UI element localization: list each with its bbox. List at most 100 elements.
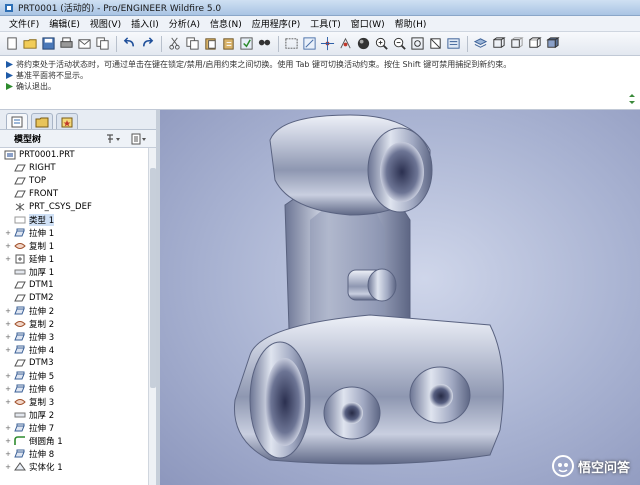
tree-node[interactable]: + 复制 1 — [0, 239, 148, 252]
message-text: 将约束处于活动状态时，可通过单击在键在锁定/禁用/启用约束之间切换。使用 Tab… — [16, 60, 512, 69]
zoom-out-button[interactable] — [391, 36, 407, 52]
tree-node[interactable]: + 实体化 1 — [0, 460, 148, 473]
menu-bar: 文件(F) 编辑(E) 视图(V) 插入(I) 分析(A) 信息(N) 应用程序(P) 工具(… — [0, 16, 640, 32]
tree-node[interactable]: + 延伸 1 — [0, 252, 148, 265]
tree-node[interactable]: + 复制 2 — [0, 317, 148, 330]
tree-node[interactable]: 加厚 1 — [0, 265, 148, 278]
expand-icon[interactable]: + — [4, 385, 12, 393]
expand-icon[interactable]: + — [4, 346, 12, 354]
save-button[interactable] — [40, 36, 56, 52]
copy-button[interactable] — [184, 36, 200, 52]
menu-item[interactable]: 帮助(H) — [390, 17, 432, 30]
tree-node[interactable]: PRT_CSYS_DEF — [0, 200, 148, 213]
tree-node[interactable]: + 拉伸 2 — [0, 304, 148, 317]
tree-node[interactable]: FRONT — [0, 187, 148, 200]
menu-item[interactable]: 信息(N) — [205, 17, 247, 30]
repaint-button[interactable] — [301, 36, 317, 52]
expand-icon[interactable]: + — [4, 450, 12, 458]
tree-node[interactable]: + 复制 3 — [0, 395, 148, 408]
csys-icon — [15, 202, 25, 211]
menu-item[interactable]: 视图(V) — [85, 17, 126, 30]
tree-settings-button[interactable] — [104, 132, 126, 146]
expand-icon[interactable]: + — [4, 242, 12, 250]
cut-icon — [168, 37, 180, 50]
print-button[interactable] — [58, 36, 74, 52]
tree-node[interactable]: TOP — [0, 174, 148, 187]
email-button[interactable] — [76, 36, 92, 52]
favorites-tab[interactable] — [56, 113, 78, 129]
tree-node[interactable]: 类型 1 — [0, 213, 148, 226]
tree-node[interactable]: + 拉伸 4 — [0, 343, 148, 356]
copy-icon — [95, 37, 109, 50]
expand-icon[interactable]: + — [4, 398, 12, 406]
tree-node[interactable]: RIGHT — [0, 161, 148, 174]
expand-icon — [4, 177, 12, 185]
select-box-button[interactable] — [283, 36, 299, 52]
model-tree-tab-icon — [11, 116, 23, 127]
paste-special-button[interactable] — [220, 36, 236, 52]
tree-node[interactable]: DTM3 — [0, 356, 148, 369]
expand-icon[interactable]: + — [4, 255, 12, 263]
find-button[interactable] — [256, 36, 272, 52]
tree-node[interactable]: + 拉伸 1 — [0, 226, 148, 239]
menu-item[interactable]: 编辑(E) — [44, 17, 85, 30]
tree-node[interactable]: + 拉伸 8 — [0, 447, 148, 460]
model-tree-tab[interactable] — [6, 113, 28, 129]
tree-node-label: 拉伸 1 — [29, 228, 55, 239]
tree-node[interactable]: 加厚 2 — [0, 408, 148, 421]
spin-center-button[interactable] — [319, 36, 335, 52]
model-tree[interactable]: PRT0001.PRT RIGHT TOP FRONT PRT_CSYS_DEF 类型 1… — [0, 148, 148, 485]
tree-node[interactable]: DTM2 — [0, 291, 148, 304]
expand-icon[interactable]: + — [4, 320, 12, 328]
folder-browser-tab[interactable] — [31, 113, 53, 129]
redo-button[interactable] — [139, 36, 155, 52]
tree-columns-button[interactable] — [130, 132, 152, 146]
menu-item[interactable]: 应用程序(P) — [247, 17, 305, 30]
expand-icon[interactable]: + — [4, 437, 12, 445]
tree-node[interactable]: + 拉伸 6 — [0, 382, 148, 395]
menu-item[interactable]: 插入(I) — [126, 17, 164, 30]
saved-views-button[interactable] — [445, 36, 461, 52]
open-button[interactable] — [22, 36, 38, 52]
tree-node[interactable]: + 倒圆角 1 — [0, 434, 148, 447]
refit-button[interactable] — [409, 36, 425, 52]
tree-node[interactable]: DTM1 — [0, 278, 148, 291]
message-scroll-icon[interactable] — [628, 94, 636, 104]
tree-node[interactable]: + 拉伸 7 — [0, 421, 148, 434]
select-box-icon — [284, 38, 298, 49]
tree-node[interactable]: PRT0001.PRT — [0, 148, 148, 161]
menu-item[interactable]: 工具(T) — [305, 17, 346, 30]
expand-icon[interactable]: + — [4, 333, 12, 341]
no-hidden-button[interactable] — [526, 36, 542, 52]
shading-button[interactable] — [544, 36, 560, 52]
cut-button[interactable] — [166, 36, 182, 52]
menu-item[interactable]: 窗口(W) — [346, 17, 390, 30]
orient-button[interactable] — [337, 36, 353, 52]
regenerate-button[interactable] — [238, 36, 254, 52]
expand-icon[interactable]: + — [4, 463, 12, 471]
tree-node[interactable]: + 拉伸 3 — [0, 330, 148, 343]
menu-item[interactable]: 文件(F) — [4, 17, 44, 30]
graphics-window[interactable]: 悟空问答 — [160, 110, 640, 485]
tree-node[interactable]: + 拉伸 5 — [0, 369, 148, 382]
expand-icon[interactable]: + — [4, 424, 12, 432]
menu-item[interactable]: 分析(A) — [164, 17, 205, 30]
expand-icon[interactable]: + — [4, 229, 12, 237]
expand-icon[interactable]: + — [4, 307, 12, 315]
layers-button[interactable] — [472, 36, 488, 52]
expand-icon[interactable]: + — [4, 372, 12, 380]
reorient-button[interactable] — [427, 36, 443, 52]
appearance-button[interactable] — [355, 36, 371, 52]
thicken-icon — [14, 269, 26, 274]
paste-special-icon — [222, 38, 234, 50]
hidden-line-button[interactable] — [508, 36, 524, 52]
new-button[interactable] — [4, 36, 20, 52]
undo-button[interactable] — [121, 36, 137, 52]
copy-button[interactable] — [94, 36, 110, 52]
model-tree-scrollbar[interactable] — [148, 148, 156, 485]
paste-button[interactable] — [202, 36, 218, 52]
part-model-render[interactable] — [160, 110, 640, 485]
tree-node-label: 拉伸 5 — [29, 371, 55, 382]
zoom-in-button[interactable] — [373, 36, 389, 52]
wireframe-button[interactable] — [490, 36, 506, 52]
